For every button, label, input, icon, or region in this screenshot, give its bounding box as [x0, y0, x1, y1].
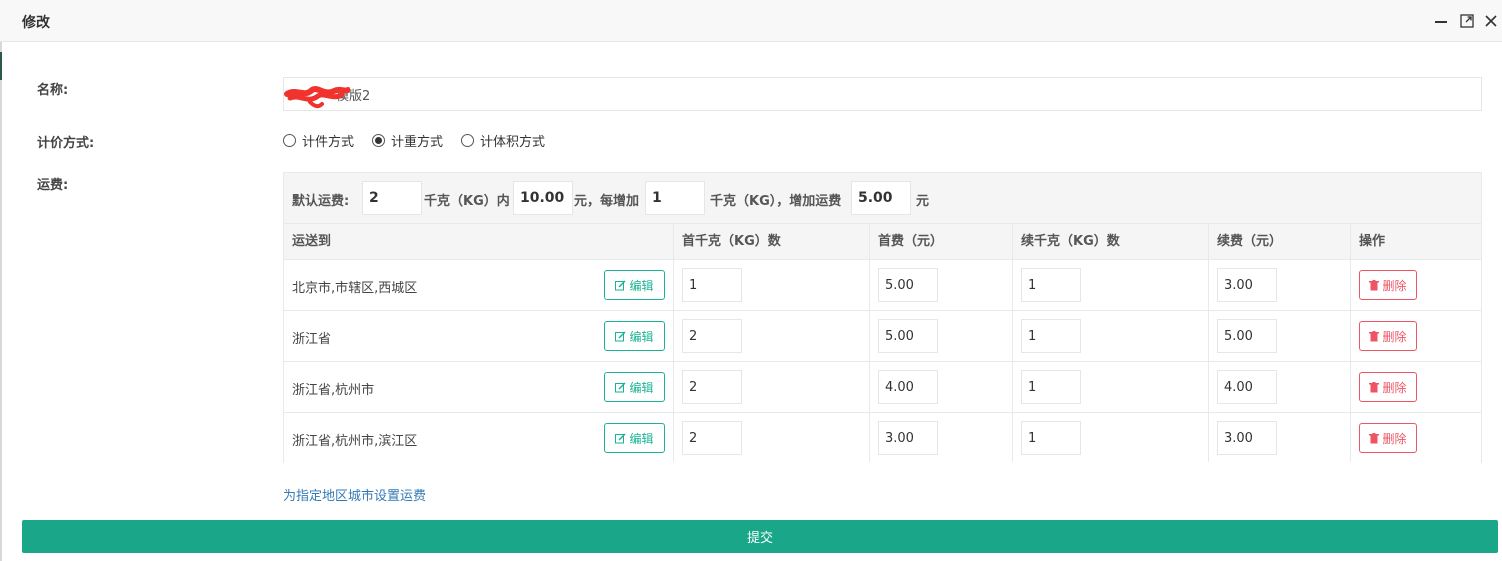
table-row: 浙江省,杭州市 编辑 删除 [284, 362, 1481, 413]
edit-label: 编辑 [629, 278, 654, 293]
row-region: 北京市,市辖区,西城区 [292, 281, 418, 296]
default-unit-add: 千克（KG），增加运费 [710, 194, 842, 209]
radio-label: 计件方式 [302, 134, 355, 150]
row-region: 浙江省 [292, 332, 332, 347]
delete-label: 删除 [1382, 431, 1407, 446]
first-weight-input[interactable] [682, 268, 742, 302]
default-add-weight-input[interactable] [645, 181, 705, 215]
delete-label: 删除 [1382, 380, 1407, 395]
edit-icon [615, 280, 626, 290]
first-fee-input[interactable] [878, 319, 938, 353]
delete-label: 删除 [1382, 278, 1407, 293]
edit-button[interactable]: 编辑 [604, 270, 665, 300]
minimize-icon[interactable] [1432, 12, 1450, 30]
delete-button[interactable]: 删除 [1359, 321, 1417, 351]
add-region-fee-link[interactable]: 为指定地区城市设置运费 [283, 485, 426, 504]
radio-by-weight[interactable]: 计重方式 [372, 131, 443, 150]
th-add-weight: 续千克（KG）数 [1021, 234, 1120, 249]
name-input[interactable] [283, 77, 1482, 111]
default-fee-suffix: 元 [916, 194, 930, 209]
edit-button[interactable]: 编辑 [604, 321, 665, 351]
default-first-weight-input[interactable] [362, 181, 422, 215]
dialog-titlebar: 修改 [0, 0, 1502, 42]
table-row: 北京市,市辖区,西城区 编辑 删除 [284, 260, 1481, 311]
edit-icon [615, 382, 626, 392]
radio-label: 计体积方式 [480, 134, 546, 150]
default-each-add-text: 元，每增加 [574, 194, 640, 209]
delete-label: 删除 [1382, 329, 1407, 344]
radio-circle-checked[interactable] [372, 133, 386, 147]
first-weight-input[interactable] [682, 421, 742, 455]
radio-by-piece[interactable]: 计件方式 [283, 131, 354, 150]
edit-label: 编辑 [629, 431, 654, 446]
add-weight-input[interactable] [1021, 319, 1081, 353]
edit-icon [615, 331, 626, 341]
column-divider [1350, 224, 1351, 462]
underlying-page-accent [0, 52, 2, 80]
radio-label: 计重方式 [391, 134, 444, 150]
trash-icon [1369, 381, 1380, 392]
default-fee-row: 默认运费: 千克（KG）内 元，每增加 千克（KG），增加运费 元 [284, 173, 1481, 224]
close-icon[interactable] [1482, 12, 1500, 30]
edit-button[interactable]: 编辑 [604, 372, 665, 402]
radio-circle[interactable] [283, 133, 296, 147]
pricing-label: 计价方式: [37, 136, 95, 151]
th-actions: 操作 [1359, 234, 1386, 249]
add-fee-input[interactable] [1217, 370, 1277, 404]
fee-table: 默认运费: 千克（KG）内 元，每增加 千克（KG），增加运费 元 运送到 首千… [283, 172, 1482, 464]
first-fee-input[interactable] [878, 268, 938, 302]
name-label: 名称: [37, 83, 69, 98]
delete-button[interactable]: 删除 [1359, 423, 1417, 453]
radio-by-volume[interactable]: 计体积方式 [461, 131, 545, 150]
trash-icon [1369, 432, 1380, 443]
trash-icon [1369, 279, 1380, 290]
add-fee-input[interactable] [1217, 268, 1277, 302]
table-header: 运送到 首千克（KG）数 首费（元） 续千克（KG）数 续费（元） 操作 [284, 224, 1481, 260]
first-weight-input[interactable] [682, 319, 742, 353]
edit-label: 编辑 [629, 329, 654, 344]
th-first-weight: 首千克（KG）数 [682, 234, 781, 249]
first-fee-input[interactable] [878, 370, 938, 404]
row-region: 浙江省,杭州市,滨江区 [292, 434, 418, 449]
add-weight-input[interactable] [1021, 268, 1081, 302]
delete-button[interactable]: 删除 [1359, 372, 1417, 402]
delete-button[interactable]: 删除 [1359, 270, 1417, 300]
edit-label: 编辑 [629, 380, 654, 395]
first-fee-input[interactable] [878, 421, 938, 455]
edit-button[interactable]: 编辑 [604, 423, 665, 453]
edit-icon [615, 433, 626, 443]
column-divider [673, 224, 674, 462]
fee-label: 运费: [37, 178, 69, 193]
column-divider [869, 224, 870, 462]
th-add-fee: 续费（元） [1217, 234, 1283, 249]
trash-icon [1369, 330, 1380, 341]
add-weight-input[interactable] [1021, 370, 1081, 404]
add-fee-input[interactable] [1217, 319, 1277, 353]
column-divider [1208, 224, 1209, 462]
table-row: 浙江省 编辑 删除 [284, 311, 1481, 362]
table-row: 浙江省,杭州市,滨江区 编辑 删除 [284, 413, 1481, 464]
default-fee-prefix: 默认运费: [292, 194, 350, 209]
default-unit-within: 千克（KG）内 [424, 194, 510, 209]
row-region: 浙江省,杭州市 [292, 383, 375, 398]
dialog-title: 修改 [22, 15, 50, 31]
maximize-icon[interactable] [1458, 12, 1476, 30]
first-weight-input[interactable] [682, 370, 742, 404]
default-first-fee-input[interactable] [513, 181, 573, 215]
underlying-page-edge [0, 42, 2, 561]
submit-button[interactable]: 提交 [22, 520, 1498, 553]
th-first-fee: 首费（元） [878, 234, 944, 249]
pricing-radio-group: 计件方式 计重方式 计体积方式 [283, 131, 563, 150]
add-weight-input[interactable] [1021, 421, 1081, 455]
add-fee-input[interactable] [1217, 421, 1277, 455]
column-divider [1012, 224, 1013, 462]
default-add-fee-input[interactable] [851, 181, 911, 215]
radio-circle[interactable] [461, 133, 475, 147]
th-destination: 运送到 [292, 234, 332, 249]
